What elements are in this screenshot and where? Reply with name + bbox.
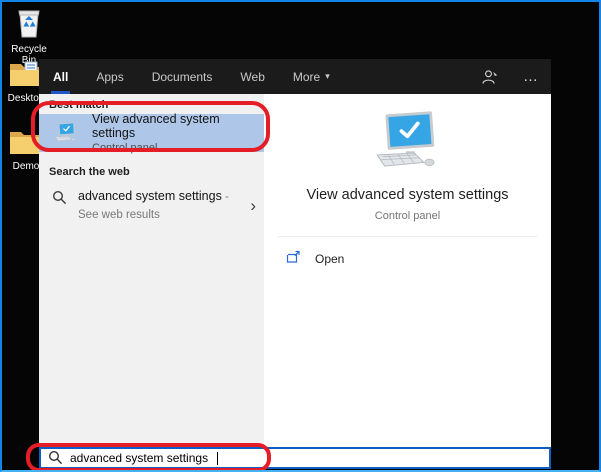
- system-monitor-check-icon: [52, 121, 80, 146]
- tab-label: Documents: [152, 70, 213, 84]
- search-the-web-header: Search the web: [39, 161, 264, 181]
- web-search-result[interactable]: advanced system settings - See web resul…: [39, 181, 264, 230]
- open-window-icon: [286, 250, 301, 267]
- search-input[interactable]: advanced system settings: [39, 447, 551, 469]
- best-match-text: View advanced system settings Control pa…: [92, 112, 256, 154]
- tab-all[interactable]: All: [51, 59, 70, 94]
- chevron-right-icon[interactable]: ›: [250, 197, 258, 214]
- tab-label: Web: [240, 70, 264, 84]
- preview-title: View advanced system settings: [264, 187, 551, 203]
- recycle-bin-icon: [14, 7, 44, 42]
- open-action-label: Open: [315, 252, 344, 266]
- preview-subtitle: Control panel: [264, 210, 551, 222]
- best-match-subtitle: Control panel: [92, 142, 256, 154]
- windows-search-panel: All Apps Documents Web More ▾: [39, 59, 551, 469]
- text-cursor: [217, 452, 218, 465]
- search-icon: [48, 450, 62, 467]
- header-right-icons: …: [482, 59, 539, 94]
- desktop-icon-label: Demo: [13, 161, 40, 172]
- user-icon[interactable]: [482, 69, 499, 85]
- tab-documents[interactable]: Documents: [150, 59, 215, 94]
- windows-desktop-screen: Recycle Bin Desktop Demo All: [0, 0, 601, 472]
- tab-label: More: [293, 70, 320, 84]
- open-action[interactable]: Open: [264, 237, 551, 267]
- search-filter-tab-bar: All Apps Documents Web More ▾: [39, 59, 551, 94]
- tab-label: All: [53, 70, 68, 84]
- web-result-query: advanced system settings: [78, 189, 222, 203]
- tab-web[interactable]: Web: [238, 59, 266, 94]
- search-input-value: advanced system settings: [70, 451, 208, 465]
- best-match-title: View advanced system settings: [92, 112, 256, 140]
- tab-label: Apps: [96, 70, 123, 84]
- search-icon: [52, 190, 66, 207]
- search-results-body: Best match View advanced system settings…: [39, 94, 551, 447]
- chevron-down-icon: ▾: [325, 71, 330, 82]
- tab-more[interactable]: More ▾: [291, 59, 332, 94]
- desktop-icon-recycle-bin[interactable]: Recycle Bin: [6, 7, 52, 66]
- results-list-pane: Best match View advanced system settings…: [39, 94, 264, 447]
- system-monitor-check-icon: [366, 159, 450, 173]
- best-match-header: Best match: [39, 94, 264, 114]
- tab-apps[interactable]: Apps: [94, 59, 125, 94]
- best-match-result[interactable]: View advanced system settings Control pa…: [39, 114, 264, 152]
- more-options-icon[interactable]: …: [523, 68, 539, 85]
- result-preview-pane: View advanced system settings Control pa…: [264, 94, 551, 447]
- web-result-text: advanced system settings - See web resul…: [78, 188, 234, 223]
